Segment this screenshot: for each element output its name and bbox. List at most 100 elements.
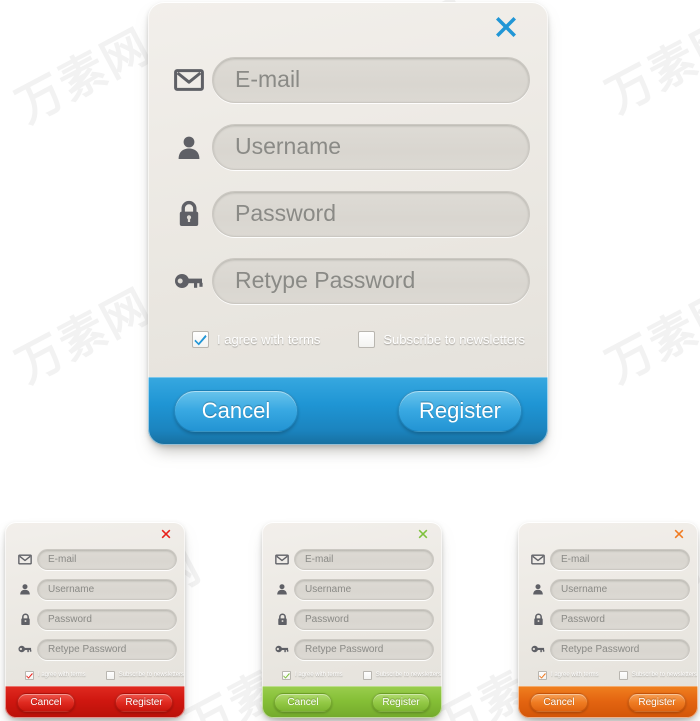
register-button[interactable]: Register [372,693,430,712]
retype-password-placeholder: Retype Password [305,643,384,655]
field-row-retype-password: Retype Password [13,634,177,664]
envelope-icon [270,554,294,565]
username-input[interactable]: Username [294,578,434,600]
field-row-password: Password [270,604,434,634]
password-placeholder: Password [305,613,349,625]
checkbox-newsletters[interactable]: Subscribe to newsletters [362,670,442,680]
field-row-password: Password [13,604,177,634]
padlock-icon [13,613,37,626]
watermark-text: 万素网 [597,278,700,394]
close-x-icon[interactable] [490,11,522,43]
register-button[interactable]: Register [115,693,173,712]
field-row-retype-password: Retype Password [526,634,690,664]
checkbox-terms-label: I agree with terms [38,672,86,678]
key-icon [270,644,294,654]
close-x-icon[interactable] [159,527,173,541]
username-input[interactable]: Username [37,578,177,600]
retype-password-input[interactable]: Retype Password [294,638,434,660]
username-placeholder: Username [561,583,608,595]
cancel-button[interactable]: Cancel [530,693,588,712]
retype-password-input[interactable]: Retype Password [37,638,177,660]
checkbox-terms-label: I agree with terms [551,672,599,678]
checkbox-newsletters-box[interactable] [618,670,628,680]
field-row-password: Password [166,180,530,247]
checkbox-newsletters[interactable]: Subscribe to newsletters [105,670,184,680]
checkbox-newsletters-box[interactable] [362,670,372,680]
registration-card-red: E-mail Username Password Retype Password… [5,522,185,718]
key-icon [526,644,550,654]
email-input[interactable]: E-mail [294,548,434,570]
checkbox-row: I agree with terms Subscribe to newslett… [270,664,441,686]
checkbox-newsletters[interactable]: Subscribe to newsletters [358,330,525,348]
checkbox-newsletters[interactable]: Subscribe to newsletters [618,670,698,680]
checkbox-terms[interactable]: I agree with terms [192,330,320,348]
checkbox-newsletters-label: Subscribe to newsletters [375,672,442,678]
field-row-email: E-mail [526,544,690,574]
key-icon [13,644,37,654]
retype-password-input[interactable]: Retype Password [550,638,690,660]
padlock-icon [526,613,550,626]
retype-password-placeholder: Retype Password [235,267,416,293]
close-x-icon[interactable] [416,527,430,541]
password-placeholder: Password [48,613,92,625]
password-input[interactable]: Password [212,190,530,237]
email-placeholder: E-mail [235,66,301,92]
watermark-text: 万素网 [597,8,700,124]
checkbox-terms-box[interactable] [282,670,291,680]
retype-password-placeholder: Retype Password [561,643,640,655]
envelope-icon [166,68,212,92]
email-input[interactable]: E-mail [212,56,530,103]
cancel-button[interactable]: Cancel [174,390,298,432]
password-input[interactable]: Password [37,608,177,630]
registration-card-blue: E-mail Username Password Retype Password… [148,2,548,445]
cancel-button[interactable]: Cancel [17,693,75,712]
checkbox-terms-label: I agree with terms [295,672,343,678]
registration-card-orange: E-mail Username Password Retype Password… [518,522,698,718]
checkbox-newsletters-box[interactable] [358,330,376,348]
padlock-icon [166,200,212,228]
close-row [166,2,530,46]
email-placeholder: E-mail [561,553,590,565]
checkbox-terms[interactable]: I agree with terms [282,670,343,680]
username-placeholder: Username [305,583,352,595]
checkbox-terms[interactable]: I agree with terms [538,670,599,680]
email-input[interactable]: E-mail [37,548,177,570]
field-row-username: Username [13,574,177,604]
field-row-retype-password: Retype Password [166,247,530,314]
envelope-icon [526,554,550,565]
field-row-password: Password [526,604,690,634]
close-row [526,522,690,544]
person-icon [270,583,294,595]
envelope-icon [13,554,37,565]
email-placeholder: E-mail [305,553,334,565]
username-input[interactable]: Username [212,123,530,170]
card-body: E-mail Username Password Retype Password… [262,522,442,686]
register-button[interactable]: Register [398,390,522,432]
close-row [270,522,434,544]
retype-password-input[interactable]: Retype Password [212,257,530,304]
password-input[interactable]: Password [294,608,434,630]
checkbox-terms-box[interactable] [25,670,34,680]
checkbox-newsletters-label: Subscribe to newsletters [383,331,525,347]
checkbox-terms-box[interactable] [538,670,547,680]
key-icon [166,271,212,291]
register-button[interactable]: Register [628,693,686,712]
watermark-text: 万素网 [7,18,160,134]
close-row [13,522,177,544]
username-placeholder: Username [48,583,95,595]
username-input[interactable]: Username [550,578,690,600]
password-input[interactable]: Password [550,608,690,630]
retype-password-placeholder: Retype Password [48,643,127,655]
email-input[interactable]: E-mail [550,548,690,570]
field-row-email: E-mail [13,544,177,574]
checkbox-newsletters-label: Subscribe to newsletters [631,672,698,678]
checkbox-terms[interactable]: I agree with terms [25,670,86,680]
close-x-icon[interactable] [672,527,686,541]
person-icon [166,134,212,160]
cancel-button[interactable]: Cancel [274,693,332,712]
email-placeholder: E-mail [48,553,77,565]
checkbox-terms-box[interactable] [192,330,209,348]
card-footer: Cancel Register [262,686,442,718]
checkbox-newsletters-box[interactable] [105,670,115,680]
watermark-text: 万素网 [7,278,160,394]
